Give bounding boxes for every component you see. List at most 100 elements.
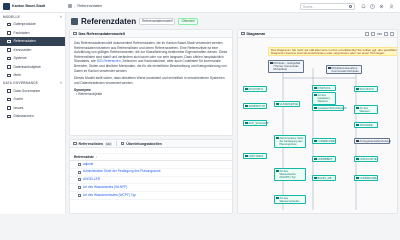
page-title: Referenzdaten bbox=[81, 16, 137, 26]
node-label: ZCP_SCHUHUP bbox=[248, 121, 269, 125]
table-cell[interactable]: Art des Wasserverlaufes (WCPF) Typ bbox=[83, 193, 136, 198]
node-icon bbox=[356, 157, 359, 161]
diagram-node[interactable]: CDKBBBMT bbox=[312, 156, 336, 163]
diagram-node[interactable]: SOCOFICO bbox=[354, 86, 378, 93]
diagram-node[interactable]: AnzeigebaustellenAnzeige bbox=[354, 138, 391, 145]
diagram-node[interactable]: Art des Wasserlaufes (WLNPF) Typ bbox=[274, 168, 306, 181]
sidebar-section-governance[interactable]: DATA GOVERNANCE ˄ bbox=[0, 80, 65, 87]
top-bar: Kanton Basel-Stadt › Referenzdaten Suche… bbox=[0, 0, 400, 13]
help-icon[interactable] bbox=[370, 4, 375, 9]
server-icon bbox=[7, 56, 11, 60]
node-icon bbox=[245, 121, 248, 125]
description-panel-title: Das Referenzdatenmodell bbox=[78, 31, 125, 36]
chat-icon bbox=[7, 114, 11, 118]
diagram-node[interactable]: VLDDMCETKE bbox=[274, 101, 300, 108]
shield-icon bbox=[7, 89, 11, 93]
sidebar-item-referenzdaten[interactable]: Referenzdaten bbox=[0, 37, 65, 46]
sidebar-item-datenbankobjekte[interactable]: Datenbankobjekte bbox=[0, 63, 65, 72]
sidebar-item-datenprodukte[interactable]: Datenprodukte bbox=[0, 20, 65, 29]
page-header: Referenzdaten Referenzdatenmodell Öffent… bbox=[71, 15, 198, 27]
status-badge: Öffentlich bbox=[178, 17, 198, 25]
node-label: GewässerSchutzbereich bbox=[317, 106, 347, 110]
table-cell[interactable]: ANGELLER bbox=[83, 177, 100, 182]
iso-link[interactable]: ISO-Referenzen bbox=[97, 59, 121, 63]
node-label: VLDDMCETKE bbox=[279, 102, 298, 106]
diagram-node[interactable]: CODEBAUME bbox=[354, 175, 378, 182]
diagram-node[interactable]: Richtplan - Gefügebild (Thema: Kommunale… bbox=[268, 60, 304, 73]
table-row[interactable]: Administrative Stufe der Festlegung des … bbox=[70, 169, 232, 177]
table-panel: Referenzlisten 104 Überleitungstabellen … bbox=[69, 139, 233, 214]
diagram-node[interactable]: FINDTAXA bbox=[312, 85, 336, 92]
sidebar-item-issues[interactable]: Issues bbox=[0, 104, 65, 113]
sidebar-item-diskussionen[interactable]: Diskussionen bbox=[0, 112, 65, 121]
sidebar-section-label: MODELLE bbox=[3, 14, 20, 19]
breadcrumb: › Referenzdaten bbox=[66, 4, 102, 9]
sidebar-item-systeme[interactable]: Systeme bbox=[0, 54, 65, 63]
table-icon bbox=[120, 141, 125, 146]
node-icon bbox=[314, 176, 317, 180]
diagram-node[interactable]: TRUNDDE bbox=[354, 122, 378, 129]
brand[interactable]: Kanton Basel-Stadt bbox=[0, 2, 66, 10]
sidebar-section-modelle[interactable]: MODELLE ˄ bbox=[0, 13, 65, 20]
issue-icon bbox=[7, 106, 11, 110]
diagram-node[interactable]: CDKOCONTE bbox=[354, 156, 378, 163]
sidebar-item-label: Mehr bbox=[13, 73, 22, 78]
sidebar-item-mehr[interactable]: Mehr bbox=[0, 71, 65, 80]
table-row[interactable]: Art des Wasserverlaufes (WCPF) Typ bbox=[70, 192, 232, 200]
tab-referenzlisten[interactable]: Referenzlisten bbox=[79, 142, 104, 146]
logo-icon bbox=[3, 2, 10, 10]
table-row[interactable]: Art des Wasserlaufes (WLNPF) bbox=[70, 184, 232, 193]
table-cell[interactable]: Administrative Stufe der Festlegung des … bbox=[83, 169, 161, 174]
diagram-node[interactable]: BVZZA_DB bbox=[312, 175, 336, 182]
main-content: Referenzdaten Referenzdatenmodell Öffent… bbox=[66, 13, 400, 214]
table-row[interactable]: adjunkt bbox=[70, 161, 232, 169]
info-icon bbox=[73, 31, 77, 36]
list-icon bbox=[78, 194, 81, 198]
table-cell[interactable]: adjunkt bbox=[83, 162, 93, 167]
node-label: FINDTAXA bbox=[317, 86, 331, 90]
sidebar-item-label: Fachdaten bbox=[13, 30, 30, 35]
sort-icon[interactable]: ↕ bbox=[96, 155, 98, 159]
search-input[interactable]: Suche... bbox=[300, 3, 355, 10]
diagram-node[interactable]: ZCP_SCHUHUP bbox=[243, 120, 269, 127]
diagram-node[interactable]: ADMPRKTYP bbox=[243, 103, 267, 110]
diagram-node[interactable]: Art des Gewässer-Wassers bbox=[312, 92, 336, 105]
list-icon bbox=[78, 170, 81, 174]
node-icon bbox=[314, 86, 317, 90]
diagram-node[interactable]: RICHTART1 bbox=[243, 86, 267, 93]
sidebar-item-fachdaten[interactable]: Fachdaten bbox=[0, 29, 65, 38]
diagram-node[interactable]: Art des Wassers bbox=[354, 105, 378, 115]
tab-ueberleitungstabellen[interactable]: Überleitungstabellen bbox=[126, 142, 162, 146]
sidebar-item-data-governance[interactable]: Data Governance bbox=[0, 87, 65, 96]
diagram-node[interactable]: GewässerSchutzbereich bbox=[312, 105, 347, 112]
list-icon bbox=[73, 141, 77, 146]
sidebar-item-kennzahlen[interactable]: Kennzahlen bbox=[0, 46, 65, 55]
diagram-node[interactable]: Richtplanmassnahme Kommunaler Richtplan bbox=[326, 65, 362, 75]
list-icon bbox=[7, 39, 11, 43]
diagram-node[interactable]: CODEBAUME bbox=[312, 138, 336, 145]
table-row[interactable]: ANGELLER bbox=[70, 177, 232, 185]
folder-icon bbox=[7, 31, 11, 35]
node-label: Administrative Stufe der Festlegung des … bbox=[279, 136, 304, 146]
bell-icon[interactable] bbox=[361, 4, 366, 9]
gear-icon[interactable] bbox=[379, 4, 384, 9]
column-header-referenzliste[interactable]: Referenzliste bbox=[74, 155, 94, 159]
breadcrumb-current[interactable]: Referenzdaten bbox=[77, 4, 102, 8]
synonym-text: Referenzobjekte bbox=[78, 92, 103, 97]
node-label: BVZZA_DB bbox=[317, 176, 332, 180]
node-icon bbox=[276, 136, 279, 140]
diagram-node[interactable]: CDKTNARZ bbox=[243, 153, 267, 160]
sidebar-item-label: Kennzahlen bbox=[13, 47, 32, 52]
table-cell[interactable]: Art des Wasserlaufes (WLNPF) bbox=[83, 185, 127, 190]
table-tabs: Referenzlisten 104 Überleitungstabellen bbox=[70, 140, 232, 148]
table-header: Referenzliste ↕ bbox=[70, 154, 232, 161]
home-icon[interactable] bbox=[68, 4, 72, 8]
sidebar-item-suche[interactable]: Suche bbox=[0, 95, 65, 104]
diagram-node[interactable]: Art des Wasserverlaufes bbox=[274, 195, 306, 205]
node-icon bbox=[276, 196, 279, 200]
node-icon bbox=[245, 104, 248, 108]
sidebar-item-label: Datenbankobjekte bbox=[13, 64, 41, 69]
diagram-node[interactable]: Administrative Stufe der Festlegung des … bbox=[274, 135, 306, 148]
user-icon[interactable] bbox=[389, 4, 394, 9]
node-label: ADMPRKTYP bbox=[248, 104, 266, 108]
